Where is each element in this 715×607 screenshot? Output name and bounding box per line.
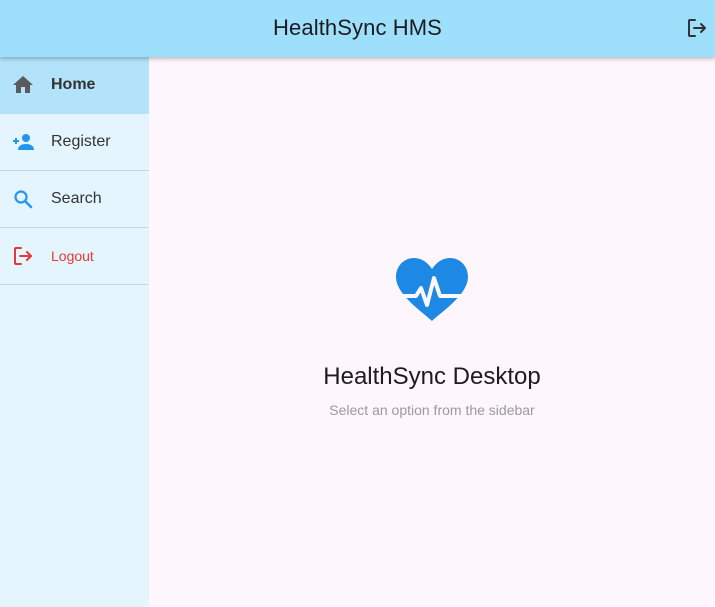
search-icon (11, 187, 35, 211)
sidebar: Home Register Search Logout (0, 57, 149, 607)
sidebar-item-label: Home (51, 76, 96, 93)
welcome-title: HealthSync Desktop (323, 363, 541, 390)
main-content: HealthSync Desktop Select an option from… (149, 57, 715, 607)
app-window: HealthSync HMS Home Register Search Logo… (0, 0, 715, 607)
sidebar-item-logout[interactable]: Logout (0, 228, 149, 285)
app-title: HealthSync HMS (273, 15, 442, 40)
sidebar-item-label: Logout (51, 248, 94, 264)
logout-icon[interactable] (685, 16, 709, 40)
app-bar: HealthSync HMS (0, 0, 715, 57)
home-icon (11, 73, 35, 97)
sidebar-item-home[interactable]: Home (0, 57, 149, 114)
sidebar-item-label: Register (51, 133, 111, 150)
sidebar-item-label: Search (51, 190, 102, 207)
welcome-subtitle: Select an option from the sidebar (329, 402, 535, 418)
heart-pulse-icon (392, 258, 472, 321)
sidebar-item-register[interactable]: Register (0, 114, 149, 171)
welcome-panel: HealthSync Desktop Select an option from… (149, 255, 715, 418)
logout-icon (11, 244, 35, 268)
sidebar-item-search[interactable]: Search (0, 171, 149, 228)
person-add-icon (11, 130, 35, 154)
